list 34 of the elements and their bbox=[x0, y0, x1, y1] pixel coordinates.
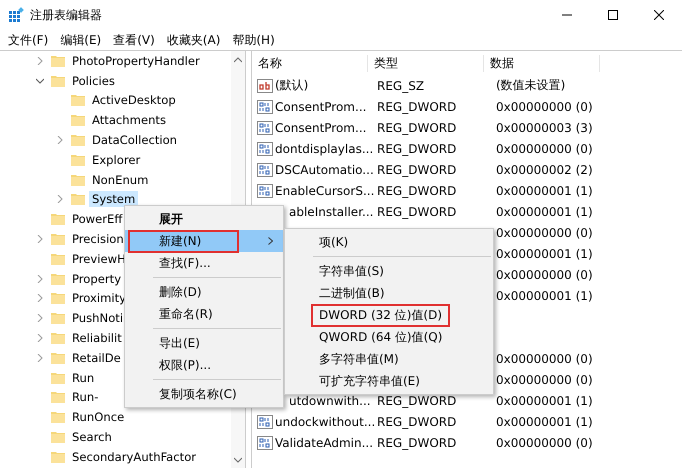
value-type: REG_DWORD bbox=[377, 142, 456, 156]
value-data: 0x00000000 (0) bbox=[496, 100, 593, 114]
value-data: 0x00000002 (2) bbox=[496, 162, 593, 176]
value-data: 0x00000001 (1) bbox=[496, 288, 593, 302]
value-data: 0x00000001 (1) bbox=[496, 246, 593, 260]
highlight-frame: 导出(E) bbox=[128, 332, 238, 354]
highlight-frame: 权限(P)... bbox=[128, 354, 250, 376]
value-data: 0x00000003 (3) bbox=[496, 120, 593, 134]
value-data: 0x00000000 (0) bbox=[496, 142, 593, 156]
value-type: REG_DWORD bbox=[377, 204, 456, 218]
value-type: REG_DWORD bbox=[377, 162, 456, 176]
value-type: REG_DWORD bbox=[377, 414, 456, 428]
value-type: REG_DWORD bbox=[377, 436, 456, 450]
value-type: REG_DWORD bbox=[377, 120, 456, 134]
highlight-frame: 查找(F)... bbox=[128, 252, 249, 274]
value-data: 0x00000001 (1) bbox=[496, 394, 593, 408]
value-type: REG_DWORD bbox=[377, 394, 456, 408]
value-data: 0x00000000 (0) bbox=[496, 372, 593, 386]
value-type: REG_SZ bbox=[377, 78, 424, 92]
value-data: 0x00000001 (1) bbox=[496, 204, 593, 218]
highlight-frame: 展开 bbox=[128, 208, 221, 230]
value-data: 0x00000001 (1) bbox=[496, 414, 593, 428]
window-title: 注册表编辑器 bbox=[30, 6, 102, 24]
highlight-frame: 重命名(R) bbox=[128, 302, 251, 326]
highlight-frame: 新建(N) bbox=[128, 230, 240, 252]
value-data: 0x00000001 (1) bbox=[496, 184, 593, 198]
value-data: (数值未设置) bbox=[496, 78, 566, 92]
value-data: 0x00000000 (0) bbox=[496, 436, 593, 450]
highlight-frame: 删除(D) bbox=[128, 280, 240, 304]
value-type: REG_DWORD bbox=[377, 100, 456, 114]
value-type: REG_DWORD bbox=[377, 184, 456, 198]
value-data: 0x00000000 (0) bbox=[496, 352, 593, 366]
value-data: 0x00000000 (0) bbox=[496, 226, 593, 240]
value-data: 0x00000000 (0) bbox=[496, 268, 593, 282]
